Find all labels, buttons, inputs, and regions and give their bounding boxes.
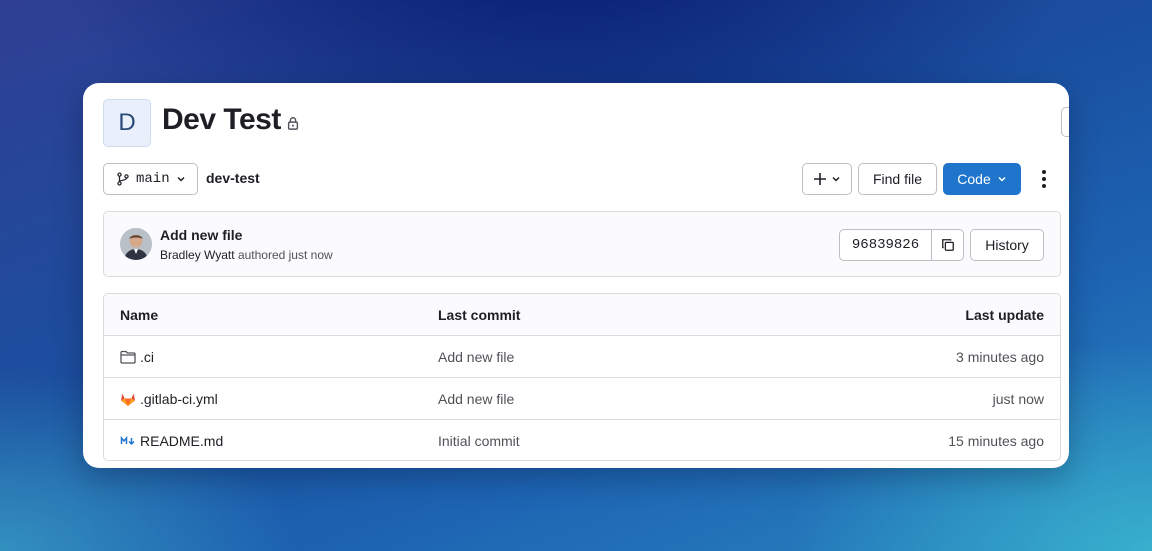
branch-selector[interactable]: main xyxy=(103,163,198,195)
avatar[interactable] xyxy=(120,228,152,260)
breadcrumb[interactable]: dev-test xyxy=(206,170,260,186)
table-row[interactable]: .ci Add new file 3 minutes ago xyxy=(104,336,1060,378)
file-name[interactable]: .ci xyxy=(140,349,154,365)
copy-sha-button[interactable] xyxy=(932,230,963,260)
code-label: Code xyxy=(957,171,991,187)
file-last-update: 15 minutes ago xyxy=(948,433,1044,449)
commit-meta: Bradley Wyatt authored just now xyxy=(160,248,333,262)
chevron-down-icon xyxy=(998,176,1006,182)
add-dropdown-button[interactable] xyxy=(802,163,852,195)
find-file-button[interactable]: Find file xyxy=(858,163,937,195)
commit-sha[interactable]: 96839826 xyxy=(840,230,932,260)
user-photo xyxy=(120,228,152,260)
more-actions-icon[interactable] xyxy=(1033,167,1055,191)
project-avatar-letter: D xyxy=(118,109,136,136)
header-last-commit: Last commit xyxy=(438,307,521,323)
lock-icon xyxy=(287,117,299,130)
branch-icon xyxy=(117,172,129,186)
file-last-update: just now xyxy=(992,391,1044,407)
file-last-update: 3 minutes ago xyxy=(956,349,1044,365)
commit-authored-text: authored just now xyxy=(237,248,333,262)
copy-icon xyxy=(941,239,954,251)
table-row[interactable]: README.md Initial commit 15 minutes ago xyxy=(104,420,1060,460)
markdown-icon xyxy=(120,435,135,446)
branch-name: main xyxy=(136,171,170,187)
history-label: History xyxy=(985,237,1029,253)
last-commit-panel: Add new file Bradley Wyatt authored just… xyxy=(103,211,1061,277)
file-last-commit[interactable]: Add new file xyxy=(438,349,514,365)
header-last-update: Last update xyxy=(965,307,1044,323)
project-avatar[interactable]: D xyxy=(103,99,151,147)
commit-sha-group: 96839826 xyxy=(839,229,964,261)
project-card: D Dev Test main dev-test Find file Code xyxy=(83,83,1069,468)
file-last-commit[interactable]: Initial commit xyxy=(438,433,520,449)
gitlab-icon xyxy=(121,393,135,406)
header-name: Name xyxy=(120,307,159,323)
file-name[interactable]: README.md xyxy=(140,433,223,449)
chevron-down-icon xyxy=(832,176,840,182)
history-button[interactable]: History xyxy=(970,229,1044,261)
star-button-edge[interactable] xyxy=(1061,107,1069,137)
file-name[interactable]: .gitlab-ci.yml xyxy=(140,391,218,407)
commit-author[interactable]: Bradley Wyatt xyxy=(160,248,235,262)
project-title: Dev Test xyxy=(162,103,281,136)
file-last-commit[interactable]: Add new file xyxy=(438,391,514,407)
chevron-down-icon xyxy=(177,176,185,182)
commit-title[interactable]: Add new file xyxy=(160,227,242,243)
plus-icon xyxy=(814,173,826,185)
code-button[interactable]: Code xyxy=(943,163,1021,195)
folder-icon xyxy=(120,350,136,364)
table-header: Name Last commit Last update xyxy=(104,294,1060,336)
file-table: Name Last commit Last update .ci Add new… xyxy=(103,293,1061,461)
table-row[interactable]: .gitlab-ci.yml Add new file just now xyxy=(104,378,1060,420)
find-file-label: Find file xyxy=(872,171,923,187)
